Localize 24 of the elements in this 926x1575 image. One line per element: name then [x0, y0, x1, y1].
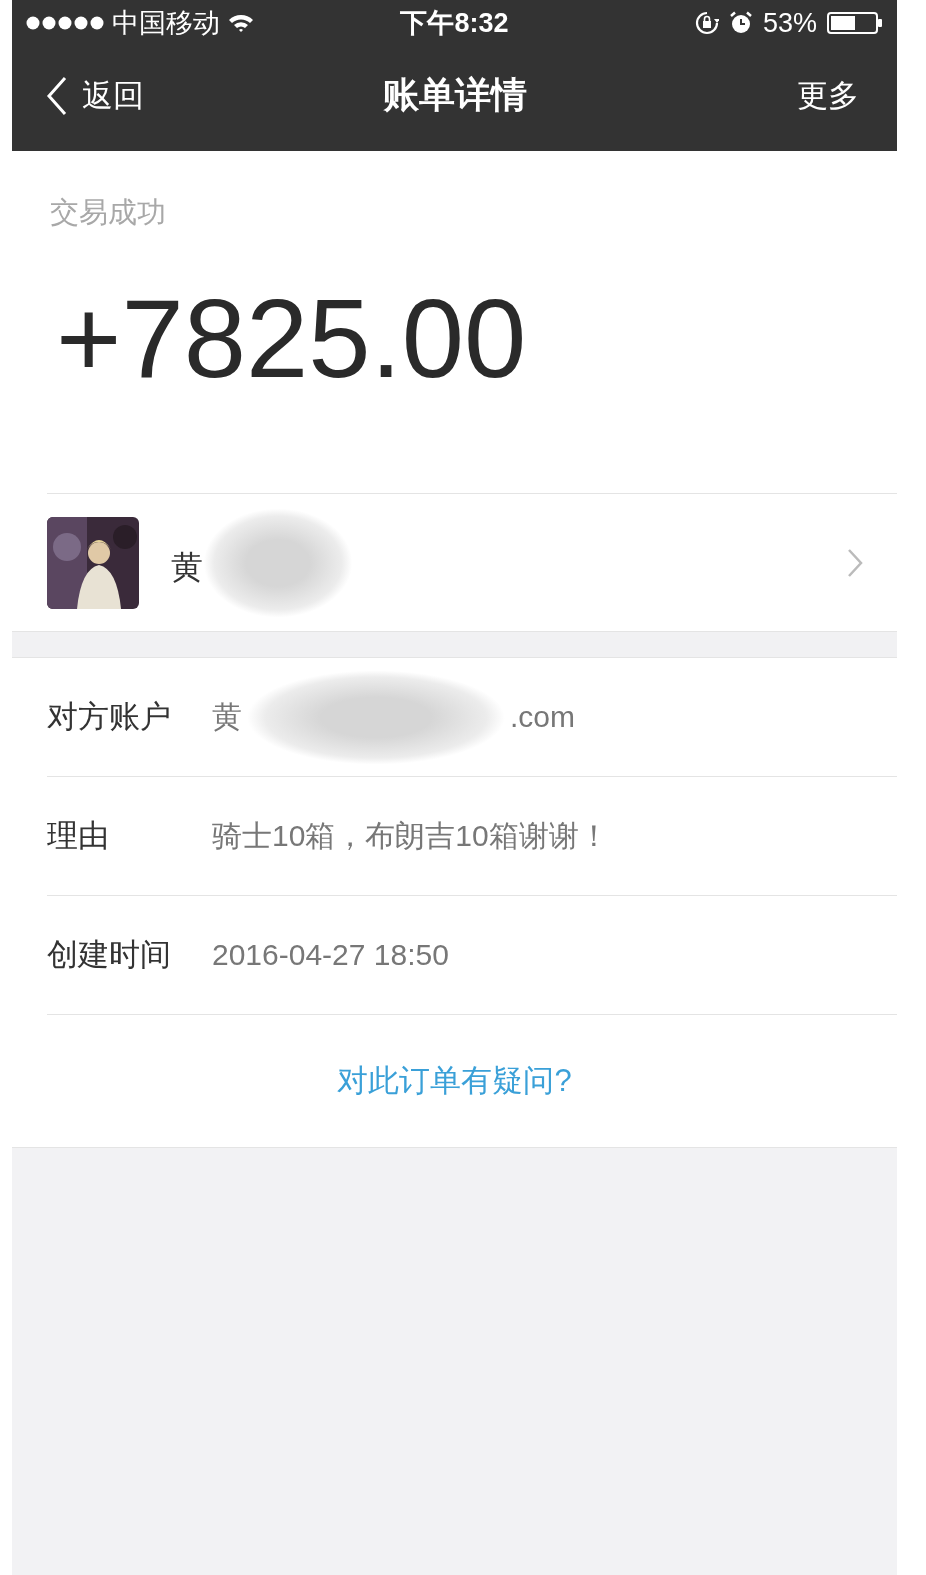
- chevron-right-icon: [847, 547, 863, 578]
- wifi-icon: [228, 13, 254, 33]
- field-value: .com: [510, 700, 575, 734]
- amount: +7825.00: [55, 275, 528, 403]
- battery-icon: [827, 12, 883, 34]
- field-value: 黄: [212, 698, 242, 735]
- signal-icon: [26, 16, 104, 30]
- contact-row[interactable]: 黄: [47, 493, 897, 631]
- more-button[interactable]: 更多: [797, 74, 859, 117]
- contact-name: 黄: [171, 547, 203, 587]
- clock-time: 下午8:32: [400, 7, 509, 40]
- page-title: 账单详情: [382, 73, 527, 117]
- rotation-lock-icon: [694, 11, 719, 35]
- field-value: 骑士10箱，布朗吉10箱谢谢！: [212, 817, 609, 854]
- alarm-icon: [728, 11, 753, 35]
- field-label: 理由: [47, 817, 110, 855]
- battery-percent: 53%: [762, 7, 817, 39]
- carrier-name: 中国移动: [112, 7, 220, 40]
- back-chevron-icon: [46, 75, 68, 116]
- field-label: 对方账户: [47, 698, 172, 736]
- back-button[interactable]: 返回: [46, 74, 144, 117]
- field-value: 2016-04-27 18:50: [212, 938, 449, 972]
- transaction-status: 交易成功: [49, 195, 167, 230]
- field-label: 创建时间: [47, 936, 172, 974]
